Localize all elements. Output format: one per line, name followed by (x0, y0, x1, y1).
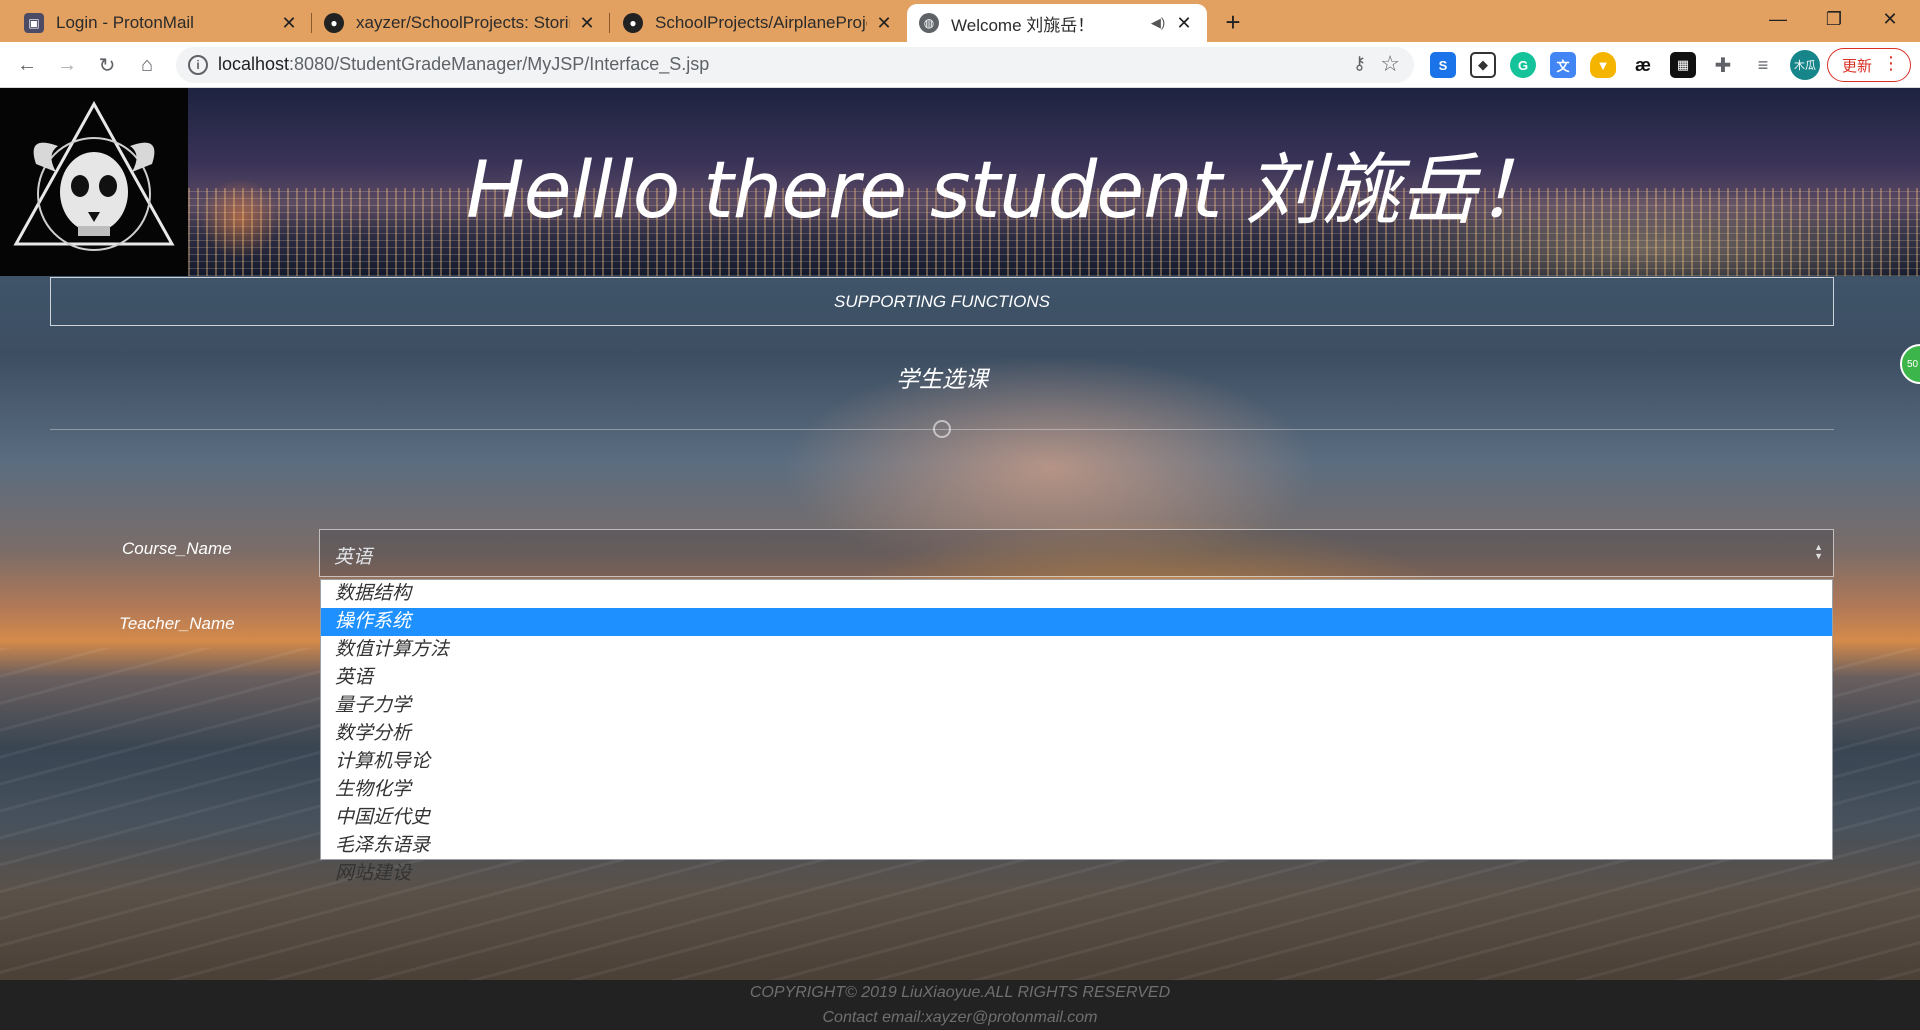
course-option[interactable]: 数据结构 (321, 580, 1832, 608)
close-icon[interactable]: ✕ (576, 12, 598, 34)
shield-extension-icon[interactable]: ▼ (1590, 52, 1616, 78)
course-option[interactable]: 量子力学 (321, 692, 1832, 720)
footer: COPYRIGHT© 2019 LiuXiaoyue.ALL RIGHTS RE… (0, 980, 1920, 1030)
close-icon[interactable]: ✕ (278, 12, 300, 34)
star-icon[interactable]: ☆ (1380, 51, 1400, 77)
ae-extension-icon[interactable]: æ (1630, 52, 1656, 78)
close-icon[interactable]: ✕ (1173, 12, 1195, 34)
github-icon: ● (623, 13, 643, 33)
menu-dots-icon: ⋮ (1882, 53, 1900, 73)
puzzle-extensions-icon[interactable]: ✚ (1710, 52, 1736, 78)
profile-avatar[interactable]: 木瓜 (1790, 50, 1820, 80)
info-icon[interactable]: i (188, 55, 208, 75)
new-tab-button[interactable]: + (1218, 7, 1248, 37)
reload-button[interactable]: ↻ (92, 50, 122, 80)
translate-extension-icon[interactable]: 文 (1550, 52, 1576, 78)
course-dropdown-list: 数据结构 操作系统 数值计算方法 英语 量子力学 数学分析 计算机导论 生物化学… (320, 579, 1833, 884)
course-name-label: Course_Name (122, 539, 232, 558)
protonmail-icon: ▣ (24, 13, 44, 33)
course-select[interactable]: 英语 ▲ ▼ (319, 529, 1834, 577)
tab-protonmail[interactable]: ▣ Login - ProtonMail ✕ (12, 4, 312, 42)
footer-copyright: COPYRIGHT© 2019 LiuXiaoyue.ALL RIGHTS RE… (749, 984, 1171, 1001)
key-icon[interactable]: ⚷ (1353, 53, 1366, 74)
media-control-icon[interactable]: ≡ (1750, 52, 1776, 78)
url-text[interactable]: localhost:8080/StudentGradeManager/MyJSP… (218, 54, 709, 75)
tab-github-storing[interactable]: ● xayzer/SchoolProjects: Storing ✕ (312, 4, 610, 42)
address-bar: ← → ↻ ⌂ i localhost:8080/StudentGradeMan… (0, 42, 1920, 88)
tab-welcome[interactable]: ◍ Welcome 刘旐岳！ ◀) ✕ (907, 4, 1207, 42)
cube-extension-icon[interactable]: ◆ (1470, 52, 1496, 78)
divider-ornament (933, 420, 951, 438)
home-button[interactable]: ⌂ (132, 50, 162, 80)
minimize-button[interactable]: — (1750, 0, 1806, 38)
tab-separator (609, 13, 610, 33)
tab-bar: ▣ Login - ProtonMail ✕ ● xayzer/SchoolPr… (0, 0, 1920, 42)
course-option[interactable]: 计算机导论 (321, 748, 1832, 776)
welcome-headline: Helllo there student 刘旐岳！ (466, 146, 1554, 236)
course-option[interactable]: 英语 (321, 664, 1832, 692)
omnibox[interactable]: i localhost:8080/StudentGradeManager/MyJ… (176, 47, 1414, 83)
page: Helllo there student 刘旐岳！ SUPPORTING FUN… (0, 88, 1920, 1030)
course-option[interactable]: 数值计算方法 (321, 636, 1832, 664)
course-option[interactable]: 生物化学 (321, 776, 1832, 804)
goat-skull-logo-icon (13, 100, 175, 251)
tab-github-airplane[interactable]: ● SchoolProjects/AirplaneProjec ✕ (611, 4, 907, 42)
globe-icon: ◍ (919, 13, 939, 33)
section-title: 学生选课 (896, 366, 988, 392)
supporting-functions-bar[interactable]: SUPPORTING FUNCTIONS (50, 277, 1834, 326)
footer-contact: Contact email:xayzer@protonmail.com (822, 1009, 1098, 1026)
course-option-highlighted[interactable]: 操作系统 (321, 608, 1832, 636)
github-icon: ● (324, 13, 344, 33)
close-window-button[interactable]: ✕ (1862, 0, 1918, 38)
close-icon[interactable]: ✕ (873, 12, 895, 34)
header-banner: Helllo there student 刘旐岳！ (0, 88, 1920, 276)
course-select-value: 英语 (334, 547, 373, 568)
course-option[interactable]: 中国近代史 (321, 804, 1832, 832)
grammarly-extension-icon[interactable]: G (1510, 52, 1536, 78)
course-option[interactable]: 毛泽东语录 (321, 832, 1832, 860)
course-option[interactable]: 网站建设 (321, 860, 1832, 888)
grid-extension-icon[interactable]: ▦ (1670, 52, 1696, 78)
select-arrows-icon: ▲ ▼ (1814, 542, 1823, 561)
update-button[interactable]: 更新 ⋮ (1827, 48, 1911, 82)
teacher-name-label: Teacher_Name (119, 614, 235, 633)
forward-button[interactable]: → (52, 50, 82, 80)
skype-extension-icon[interactable]: S (1430, 52, 1456, 78)
site-logo (0, 88, 188, 276)
restore-button[interactable]: ❐ (1806, 0, 1862, 38)
back-button[interactable]: ← (12, 50, 42, 80)
speaker-icon[interactable]: ◀) (1149, 12, 1167, 34)
course-option[interactable]: 数学分析 (321, 720, 1832, 748)
